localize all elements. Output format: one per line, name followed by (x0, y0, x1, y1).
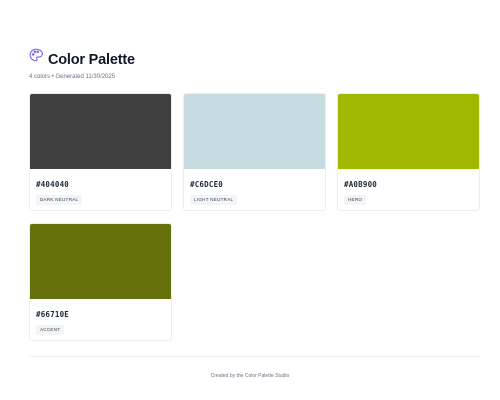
page-subtitle: 4 colors • Generated 11/30/2025 (29, 74, 116, 80)
color-role-badge: LIGHT NEUTRAL (190, 195, 238, 205)
color-hex[interactable]: #C6DCE0 (190, 180, 223, 189)
color-hex[interactable]: #404040 (36, 180, 69, 189)
palette-icon (29, 48, 43, 62)
color-role-badge: DARK NEUTRAL (36, 195, 83, 205)
footer-text: Created by the Color Palette Studio (210, 373, 290, 379)
color-swatch[interactable] (338, 94, 479, 169)
color-hex[interactable]: #66710E (36, 310, 69, 319)
color-card[interactable]: #66710E ACCENT (29, 223, 172, 341)
footer-divider (29, 356, 480, 357)
color-role-badge: HERO (344, 195, 367, 205)
color-card[interactable]: #C6DCE0 LIGHT NEUTRAL (183, 93, 326, 211)
color-role-badge: ACCENT (36, 325, 65, 335)
color-card[interactable]: #A0B900 HERO (337, 93, 480, 211)
color-hex[interactable]: #A0B900 (344, 180, 377, 189)
page-title: Color Palette (48, 52, 135, 68)
header: Color Palette (29, 44, 480, 74)
palette-page: Color Palette 4 colors • Generated 11/30… (29, 44, 480, 341)
color-swatch[interactable] (30, 224, 171, 299)
color-swatch[interactable] (30, 94, 171, 169)
color-card[interactable]: #404040 DARK NEUTRAL (29, 93, 172, 211)
color-swatch[interactable] (184, 94, 325, 169)
